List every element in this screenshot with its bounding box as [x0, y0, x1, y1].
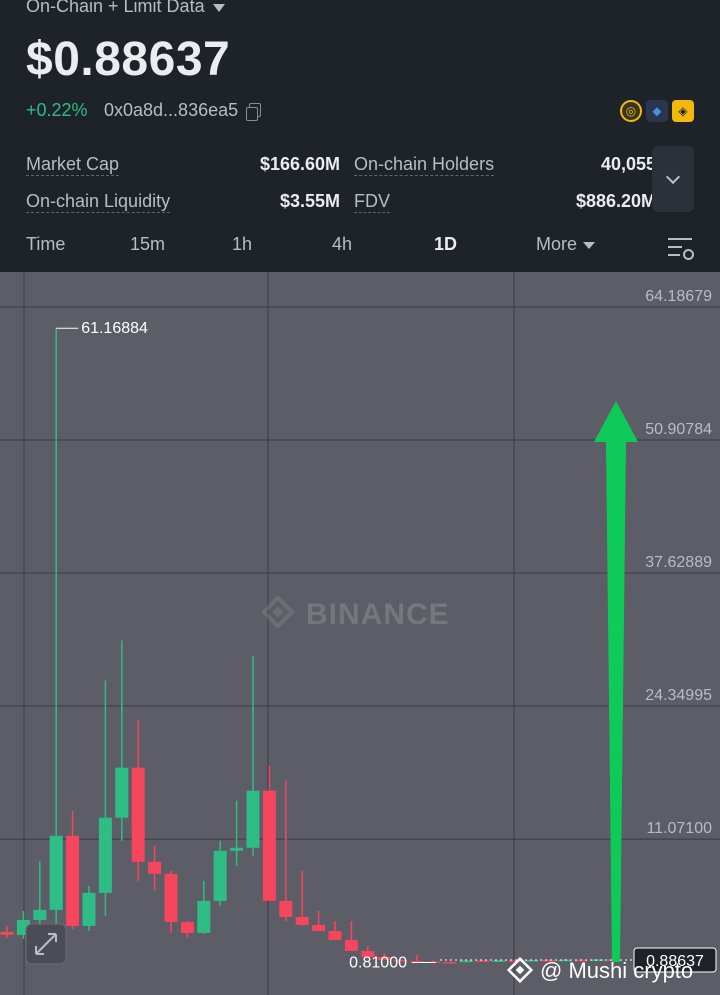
- link-chain-icon: ⬥: [646, 100, 668, 122]
- candle-body: [443, 961, 457, 964]
- candle-body: [82, 892, 96, 926]
- token-header: On-Chain + Limit Data $0.88637 +0.22% 0x…: [0, 0, 720, 272]
- candle-body: [66, 835, 80, 926]
- candle-body: [492, 960, 506, 962]
- contract-address-text: 0x0a8d...836ea5: [104, 100, 239, 120]
- candle-body: [344, 939, 358, 951]
- data-source-selector[interactable]: On-Chain + Limit Data: [26, 0, 225, 17]
- y-axis-label: 11.07100: [646, 820, 712, 837]
- candle-body: [262, 790, 276, 901]
- candle-body: [131, 767, 145, 862]
- candle-body: [98, 817, 112, 893]
- stats-row-2: On-chain Liquidity $3.55M FDV $886.20M: [26, 183, 656, 220]
- caret-down-icon: [583, 241, 596, 249]
- tab-more[interactable]: More: [536, 234, 596, 255]
- credit-watermark: @ Mushi crypto: [506, 956, 693, 984]
- candle-body: [148, 861, 162, 874]
- bnb-chain-icon: ◈: [672, 100, 694, 122]
- token-stats: Market Cap $166.60M On-chain Holders 40,…: [26, 146, 656, 220]
- candle-body: [459, 960, 473, 963]
- market-cap-label[interactable]: Market Cap: [26, 154, 120, 176]
- price-change: +0.22%: [26, 100, 88, 120]
- tab-15m[interactable]: 15m: [130, 234, 165, 255]
- candle-body: [0, 931, 14, 935]
- timeframe-tabs: Time 15m 1h 4h 1D More: [0, 226, 720, 266]
- fdv-label[interactable]: FDV: [354, 191, 390, 213]
- candle-body: [180, 921, 194, 933]
- candlestick-chart[interactable]: BINANCE 64.18679 50.90784 37.62889 24.34995…: [0, 272, 720, 995]
- candle-body: [230, 847, 244, 851]
- token-logo-icon: ◎: [620, 100, 642, 122]
- arrow-shape: [594, 401, 638, 962]
- market-cap-value: $166.60M: [259, 154, 340, 174]
- y-axis-label: 50.90784: [645, 421, 712, 438]
- binance-watermark: BINANCE: [261, 595, 450, 631]
- candle-body: [476, 960, 490, 962]
- chain-icons: ◎ ⬥ ◈: [620, 100, 694, 122]
- candle-body: [312, 924, 326, 931]
- holders-value: 40,055: [600, 154, 656, 174]
- chart-canvas: BINANCE 64.18679 50.90784 37.62889 24.34995…: [0, 272, 720, 995]
- candle-body: [33, 909, 47, 920]
- candle-body: [197, 900, 211, 933]
- caret-down-icon: [212, 3, 225, 12]
- max-price-label: 61.16884: [81, 320, 148, 337]
- liquidity-value: $3.55M: [279, 191, 340, 211]
- chart-settings-icon[interactable]: [668, 236, 694, 260]
- y-axis-label: 37.62889: [645, 554, 712, 571]
- watermark-text: BINANCE: [306, 598, 450, 631]
- candle-body: [49, 835, 63, 910]
- holders-label[interactable]: On-chain Holders: [354, 154, 495, 176]
- tab-4h[interactable]: 4h: [332, 234, 352, 255]
- candle-body: [164, 873, 178, 922]
- up-arrow-annotation: [594, 401, 638, 962]
- y-axis-label: 64.18679: [645, 288, 712, 305]
- candle-body: [328, 930, 342, 940]
- chevron-down-icon: [665, 169, 681, 185]
- current-price: $0.88637: [26, 33, 231, 86]
- candle-body: [295, 916, 309, 925]
- candle-body: [279, 900, 293, 917]
- fdv-value: $886.20M: [575, 191, 656, 211]
- copy-icon[interactable]: [246, 102, 262, 121]
- contract-address[interactable]: 0x0a8d...836ea5: [104, 100, 262, 121]
- candle-body: [115, 767, 129, 818]
- stats-row-1: Market Cap $166.60M On-chain Holders 40,…: [26, 146, 656, 183]
- min-price-label: 0.81000: [349, 954, 407, 971]
- tab-1d[interactable]: 1D: [434, 234, 457, 255]
- data-source-label: On-Chain + Limit Data: [26, 0, 205, 16]
- candle-body: [246, 790, 260, 848]
- credit-text: @ Mushi crypto: [540, 958, 693, 983]
- candle-body: [213, 850, 227, 901]
- fullscreen-button[interactable]: [25, 923, 67, 965]
- tab-time[interactable]: Time: [26, 234, 65, 255]
- tab-1h[interactable]: 1h: [232, 234, 252, 255]
- tab-more-label: More: [536, 234, 578, 254]
- expand-stats-button[interactable]: [652, 146, 694, 212]
- y-axis-label: 24.34995: [645, 687, 712, 704]
- liquidity-label[interactable]: On-chain Liquidity: [26, 191, 171, 213]
